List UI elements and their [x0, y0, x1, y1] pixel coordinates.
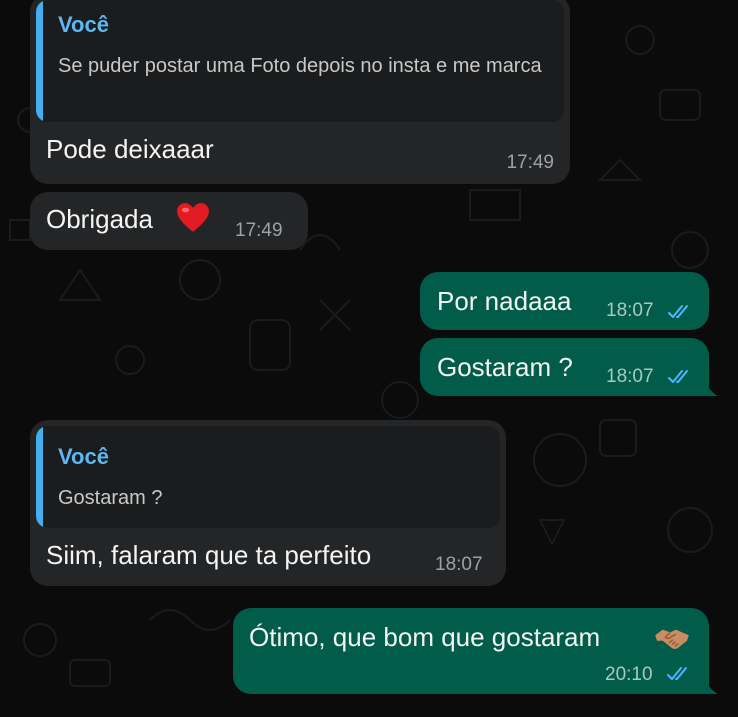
quote-accent-bar [36, 426, 43, 528]
quoted-message[interactable]: Você Se puder postar uma Foto depois no … [36, 0, 564, 122]
message-bubble-incoming[interactable]: Você Gostaram ? Siim, falaram que ta per… [30, 420, 506, 586]
quote-accent-bar [36, 0, 43, 122]
message-time: 17:49 [506, 152, 554, 173]
message-time: 17:49 [235, 220, 283, 241]
quote-text: Se puder postar uma Foto depois no insta… [58, 55, 542, 77]
quote-author: Você [58, 12, 109, 37]
message-bubble-outgoing[interactable]: Ótimo, que bom que gostaram 20:10 [233, 608, 709, 694]
message-text: Por nadaaa [437, 286, 572, 316]
bubble-tail [704, 380, 718, 396]
message-bubble-outgoing[interactable]: Gostaram ? 18:07 [420, 338, 709, 396]
message-text: Siim, falaram que ta perfeito [46, 540, 372, 570]
quote-author: Você [58, 444, 109, 469]
message-bubble-incoming[interactable]: Obrigada 17:49 [30, 192, 308, 250]
quoted-message[interactable]: Você Gostaram ? [36, 426, 500, 528]
heart-emoji [177, 203, 209, 232]
message-time: 20:10 [605, 664, 653, 685]
message-bubble-outgoing[interactable]: Por nadaaa 18:07 [420, 272, 709, 330]
message-time: 18:07 [435, 554, 483, 575]
quote-text: Gostaram ? [58, 487, 163, 509]
message-time: 18:07 [606, 300, 654, 321]
bubble-tail [704, 678, 718, 694]
message-text: Ótimo, que bom que gostaram [249, 622, 601, 652]
message-text: Gostaram ? [437, 352, 573, 382]
message-text: Pode deixaaar [46, 134, 214, 164]
message-time: 18:07 [606, 366, 654, 387]
handshake-emoji [655, 629, 689, 650]
read-receipt-icon [668, 370, 688, 383]
message-text: Obrigada [46, 204, 153, 234]
read-receipt-icon [668, 305, 688, 318]
read-receipt-icon [667, 667, 687, 680]
message-bubble-incoming[interactable]: Você Se puder postar uma Foto depois no … [30, 0, 570, 184]
chat-thread[interactable]: Você Se puder postar uma Foto depois no … [0, 0, 738, 717]
